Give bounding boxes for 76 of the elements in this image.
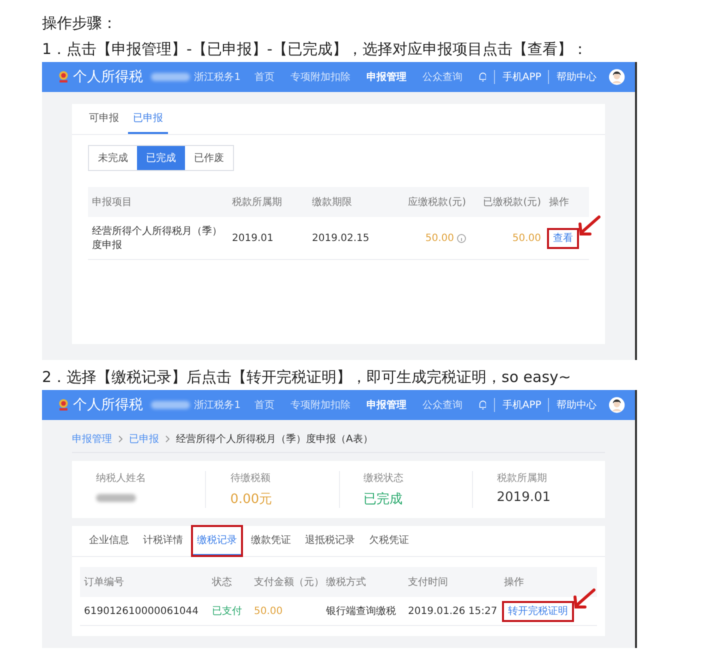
column-header: 缴税方式 <box>322 567 404 597</box>
action-link[interactable]: 查看 <box>549 230 577 247</box>
table-cell: 619012610000061044 <box>84 606 199 616</box>
table-cell: 50.00 <box>512 232 541 244</box>
column-header: 支付金额（元） <box>250 567 322 597</box>
summary-label: 待缴税额 <box>230 472 272 485</box>
tab[interactable]: 计税详情 <box>138 526 188 556</box>
emblem-icon <box>58 397 69 413</box>
nav-item[interactable]: 首页 <box>254 398 275 412</box>
summary-value: 已完成 <box>364 491 404 508</box>
column-header: 操作 <box>500 567 597 597</box>
nav-item[interactable]: 专项附加扣除 <box>290 70 351 84</box>
header-link[interactable]: 手机APP <box>494 70 548 84</box>
column-header: 应缴税款(元) <box>398 187 470 217</box>
filter-button[interactable]: 已完成 <box>137 146 185 170</box>
logo-text: 个人所得税 <box>72 68 143 86</box>
summary-value: 0.00元 <box>230 491 274 508</box>
summary-value: 2019.01 <box>496 490 552 505</box>
header-link[interactable]: 帮助中心 <box>548 398 604 412</box>
arrow-icon <box>577 215 601 237</box>
chevron-icon <box>165 435 170 443</box>
tab[interactable]: 欠税凭证 <box>364 526 414 556</box>
column-header: 申报项目 <box>88 187 228 217</box>
chevron-icon <box>118 435 123 443</box>
step-text: 1．点击【申报管理】-【已申报】-【已完成】，选择对应申报项目点击【查看】： <box>42 39 588 60</box>
nav-item[interactable]: 公众查询 <box>422 70 463 84</box>
bell-icon[interactable] <box>478 71 486 83</box>
header-link[interactable]: 帮助中心 <box>548 70 604 84</box>
column-header: 状态 <box>208 567 250 597</box>
breadcrumb-item[interactable]: 申报管理 <box>72 432 112 446</box>
table-cell-text: 已支付 <box>212 604 242 618</box>
column-header: 支付时间 <box>404 567 500 597</box>
table-cell: 2019.01 <box>232 232 274 244</box>
summary-label: 缴税状态 <box>364 472 404 485</box>
summary-label: 税款所属期 <box>496 472 548 485</box>
header-link[interactable]: 手机APP <box>494 398 548 412</box>
table-cell: 50.00 <box>425 232 454 244</box>
table-cell: 2019.02.15 <box>312 232 370 244</box>
action-link[interactable]: 转开完税证明 <box>504 603 572 620</box>
nav-item[interactable]: 申报管理 <box>366 398 407 412</box>
bell-icon[interactable] <box>478 399 486 411</box>
table-cell-text: 银行端查询缴税 <box>326 604 396 618</box>
redacted-mark <box>150 401 190 409</box>
region-label: 浙江税务1 <box>194 398 241 412</box>
redacted-mark <box>150 73 190 81</box>
tab[interactable]: 缴款凭证 <box>246 526 296 556</box>
column-header: 订单编号 <box>80 567 208 597</box>
summary-label: 纳税人姓名 <box>96 472 147 485</box>
nav-item[interactable]: 首页 <box>254 70 275 84</box>
column-header: 操作 <box>545 187 589 217</box>
nav-item[interactable]: 专项附加扣除 <box>290 398 351 412</box>
tab[interactable]: 退抵税记录 <box>300 526 360 556</box>
table-cell: 50.00 <box>254 606 283 616</box>
avatar-icon[interactable] <box>609 395 626 415</box>
tab[interactable]: 已申报 <box>128 104 168 134</box>
table-cell-text: 经营所得个人所得税月（季）度申报 <box>92 224 223 252</box>
column-header: 缴款期限 <box>308 187 398 217</box>
nav-item[interactable]: 申报管理 <box>366 70 407 84</box>
table-cell: 2019.01.26 15:27 <box>408 606 496 616</box>
region-label: 浙江税务1 <box>194 70 241 84</box>
breadcrumb-item[interactable]: 经营所得个人所得税月（季）度申报（A表） <box>176 432 373 446</box>
column-header: 已缴税款(元) <box>470 187 545 217</box>
tab[interactable]: 企业信息 <box>84 526 134 556</box>
redacted-mark <box>96 494 136 502</box>
nav-item[interactable]: 公众查询 <box>422 398 463 412</box>
tab[interactable]: 可申报 <box>84 104 124 134</box>
tab[interactable]: 缴税记录 <box>192 526 242 556</box>
emblem-icon <box>58 69 69 85</box>
heading: 操作步骤： <box>42 13 118 34</box>
column-header: 税款所属期 <box>228 187 308 217</box>
logo-text: 个人所得税 <box>72 396 143 414</box>
step-text: 2．选择【缴税记录】后点击【转开完税证明】，即可生成完税证明，so easy~ <box>42 367 572 388</box>
arrow-icon <box>572 588 596 610</box>
info-icon <box>457 234 466 242</box>
breadcrumb-item[interactable]: 已申报 <box>129 432 159 446</box>
avatar-icon[interactable] <box>609 67 626 87</box>
